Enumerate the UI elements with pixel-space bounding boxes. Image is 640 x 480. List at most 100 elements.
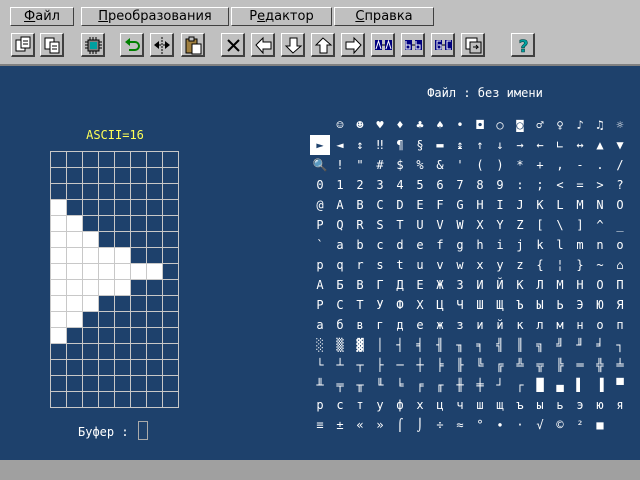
char-cell[interactable]: ╪	[470, 375, 490, 395]
char-cell[interactable]: ◙	[510, 115, 530, 135]
glyph-pixel[interactable]	[114, 327, 131, 344]
glyph-pixel[interactable]	[50, 247, 67, 264]
char-cell[interactable]: r	[350, 255, 370, 275]
char-cell[interactable]: Ь	[550, 295, 570, 315]
char-cell[interactable]: С	[330, 295, 350, 315]
glyph-pixel[interactable]	[130, 167, 147, 184]
char-cell[interactable]: Y	[490, 215, 510, 235]
char-cell[interactable]: ▄	[550, 375, 570, 395]
char-cell[interactable]: ┘	[490, 375, 510, 395]
glyph-pixel[interactable]	[66, 199, 83, 216]
char-cell[interactable]: П	[610, 275, 630, 295]
char-cell[interactable]: 9	[490, 175, 510, 195]
glyph-pixel[interactable]	[130, 295, 147, 312]
char-cell[interactable]: ъ	[510, 395, 530, 415]
glyph-pixel[interactable]	[146, 231, 163, 248]
glyph-pixel[interactable]	[114, 279, 131, 296]
char-cell[interactable]: &	[430, 155, 450, 175]
char-cell[interactable]: L	[550, 195, 570, 215]
char-cell[interactable]: ;	[530, 175, 550, 195]
glyph-pixel[interactable]	[66, 375, 83, 392]
glyph-pixel[interactable]	[98, 327, 115, 344]
glyph-pixel[interactable]	[66, 183, 83, 200]
char-cell[interactable]: З	[450, 275, 470, 295]
char-cell[interactable]: f	[430, 235, 450, 255]
char-cell[interactable]: ¦	[550, 255, 570, 275]
char-cell[interactable]: /	[610, 155, 630, 175]
glyph-pixel[interactable]	[98, 311, 115, 328]
glyph-pixel[interactable]	[82, 343, 99, 360]
char-cell[interactable]: ╓	[430, 375, 450, 395]
char-cell[interactable]: G	[450, 195, 470, 215]
char-cell[interactable]: ▐	[590, 375, 610, 395]
mirror-horizontal-button[interactable]	[150, 33, 174, 57]
glyph-pixel[interactable]	[114, 247, 131, 264]
char-cell[interactable]: ▀	[610, 375, 630, 395]
glyph-pixel[interactable]	[98, 359, 115, 376]
char-cell[interactable]: d	[390, 235, 410, 255]
glyph-pixel[interactable]	[82, 391, 99, 408]
char-cell[interactable]: i	[490, 235, 510, 255]
glyph-pixel[interactable]	[162, 295, 179, 312]
char-cell[interactable]: •	[450, 115, 470, 135]
char-cell[interactable]: ·	[510, 415, 530, 435]
glyph-pixel[interactable]	[50, 295, 67, 312]
glyph-pixel[interactable]	[114, 359, 131, 376]
char-cell[interactable]: █	[530, 375, 550, 395]
char-cell[interactable]: Г	[370, 275, 390, 295]
glyph-pixel[interactable]	[114, 167, 131, 184]
char-cell[interactable]: $	[390, 155, 410, 175]
char-cell[interactable]: Т	[350, 295, 370, 315]
char-cell[interactable]: W	[450, 215, 470, 235]
char-cell[interactable]: ╜	[570, 335, 590, 355]
glyph-pixel[interactable]	[50, 279, 67, 296]
char-cell[interactable]: ^	[590, 215, 610, 235]
glyph-pixel[interactable]	[98, 247, 115, 264]
undo-button[interactable]	[120, 33, 144, 57]
glyph-pixel[interactable]	[162, 359, 179, 376]
glyph-pixel[interactable]	[130, 183, 147, 200]
char-cell[interactable]: c	[370, 235, 390, 255]
char-cell[interactable]: Ъ	[510, 295, 530, 315]
char-cell[interactable]: Ж	[430, 275, 450, 295]
char-cell[interactable]: ┼	[410, 355, 430, 375]
char-cell[interactable]: б	[330, 315, 350, 335]
char-cell[interactable]: Д	[390, 275, 410, 295]
char-cell[interactable]: ←	[530, 135, 550, 155]
char-cell[interactable]: ▲	[590, 135, 610, 155]
glyph-pixel[interactable]	[66, 359, 83, 376]
glyph-pixel[interactable]	[98, 295, 115, 312]
char-cell[interactable]: Х	[410, 295, 430, 315]
glyph-pixel[interactable]	[114, 231, 131, 248]
char-cell[interactable]: (	[470, 155, 490, 175]
char-cell[interactable]: q	[330, 255, 350, 275]
char-cell[interactable]: w	[450, 255, 470, 275]
char-cell[interactable]: 0	[310, 175, 330, 195]
font-op-4-button[interactable]	[461, 33, 485, 57]
glyph-pixel[interactable]	[114, 263, 131, 280]
char-cell[interactable]: ²	[570, 415, 590, 435]
char-cell[interactable]: t	[390, 255, 410, 275]
char-cell[interactable]: "	[350, 155, 370, 175]
char-cell[interactable]: ├	[370, 355, 390, 375]
glyph-pixel[interactable]	[82, 359, 99, 376]
char-cell[interactable]: │	[370, 335, 390, 355]
char-cell[interactable]: D	[390, 195, 410, 215]
char-cell[interactable]: ы	[530, 395, 550, 415]
char-cell[interactable]: ♀	[550, 115, 570, 135]
char-cell[interactable]: э	[570, 395, 590, 415]
glyph-pixel[interactable]	[82, 247, 99, 264]
char-cell[interactable]: #	[370, 155, 390, 175]
glyph-pixel[interactable]	[146, 215, 163, 232]
glyph-pixel[interactable]	[114, 183, 131, 200]
save-file-button[interactable]	[40, 33, 64, 57]
char-cell[interactable]: ☼	[610, 115, 630, 135]
glyph-pixel[interactable]	[50, 167, 67, 184]
char-cell[interactable]: v	[430, 255, 450, 275]
char-cell[interactable]: ║	[510, 335, 530, 355]
char-cell[interactable]: ю	[590, 395, 610, 415]
char-cell[interactable]: [	[530, 215, 550, 235]
glyph-pixel[interactable]	[130, 391, 147, 408]
char-cell[interactable]: А	[310, 275, 330, 295]
glyph-pixel[interactable]	[66, 231, 83, 248]
